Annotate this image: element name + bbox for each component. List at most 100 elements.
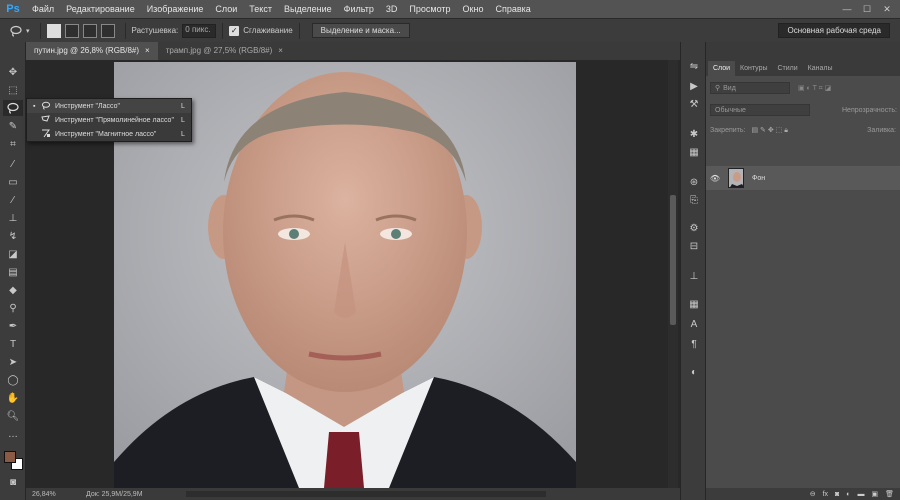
vertical-scrollbar[interactable] <box>668 60 678 488</box>
eraser-tool-icon[interactable]: ◪ <box>3 246 23 262</box>
kind-filter-select[interactable]: ⚲ Вид <box>710 82 790 94</box>
foreground-color-swatch[interactable] <box>4 451 16 463</box>
paragraph-icon[interactable]: ¶ <box>685 336 703 352</box>
menu-window[interactable]: Окно <box>457 4 490 14</box>
grid-icon[interactable]: ▦ <box>685 296 703 312</box>
actions-play-icon[interactable]: ▶ <box>685 78 703 94</box>
more-tools-icon[interactable]: … <box>3 426 23 442</box>
type-tool-icon[interactable]: T <box>3 336 23 352</box>
menu-file[interactable]: Файл <box>26 4 60 14</box>
tab-document-2[interactable]: трамп.jpg @ 27,5% (RGB/8#) × <box>158 42 291 60</box>
scrollbar-thumb[interactable] <box>670 195 676 325</box>
selected-bullet-icon: ▪ <box>33 102 36 110</box>
move-tool-icon[interactable]: ✥ <box>3 64 23 80</box>
clone-source-icon[interactable]: ⎘ <box>685 192 703 208</box>
new-selection-button[interactable] <box>46 23 61 38</box>
feather-label: Растушевка: <box>131 26 179 35</box>
tool-presets-icon[interactable]: ⚒ <box>685 96 703 112</box>
path-select-tool-icon[interactable]: ➤ <box>3 354 23 370</box>
hand-tool-icon[interactable]: ✋ <box>3 390 23 406</box>
maximize-icon[interactable]: ☐ <box>860 4 874 14</box>
window-controls: — ☐ ✕ <box>840 4 900 15</box>
quick-mask-icon[interactable]: ◙ <box>3 474 23 490</box>
character-icon[interactable]: A <box>685 316 703 332</box>
gradient-tool-icon[interactable]: ▤ <box>3 264 23 280</box>
menu-filter[interactable]: Фильтр <box>338 4 380 14</box>
menu-view[interactable]: Просмотр <box>403 4 456 14</box>
menu-layers[interactable]: Слои <box>209 4 243 14</box>
layer-name: Фон <box>752 174 766 182</box>
tab-document-1[interactable]: путин.jpg @ 26,8% (RGB/8#) × <box>26 42 158 60</box>
add-selection-button[interactable] <box>64 23 79 38</box>
trash-icon[interactable]: 🗑︎ <box>885 490 894 498</box>
adjustments-icon[interactable]: ✱ <box>685 126 703 142</box>
blend-mode-select[interactable]: Обычные <box>710 104 810 116</box>
tab-channels[interactable]: Каналы <box>803 61 838 76</box>
stamp-tool-icon[interactable]: ⊥ <box>3 210 23 226</box>
navigator-icon[interactable]: ◐ <box>685 364 703 380</box>
pen-tool-icon[interactable]: ✒ <box>3 318 23 334</box>
flyout-label: Инструмент "Прямолинейное лассо" <box>55 116 174 124</box>
dodge-tool-icon[interactable]: ⚲ <box>3 300 23 316</box>
tab-close-icon[interactable]: × <box>278 46 283 56</box>
menu-help[interactable]: Справка <box>489 4 536 14</box>
tab-layers[interactable]: Слои <box>708 61 736 76</box>
menu-bar: Ps Файл Редактирование Изображение Слои … <box>0 0 900 18</box>
tools-panel: ✥ ⬚ ✎ ⌗ ⁄ ▭ ∕ ⊥ ↯ ◪ ▤ ◆ ⚲ ✒ T ➤ ◯ ✋ 🔍︎ …… <box>0 42 26 500</box>
menu-3d[interactable]: 3D <box>380 4 404 14</box>
flyout-item-magnetic-lasso[interactable]: Инструмент "Магнитное лассо" L <box>27 127 191 141</box>
properties-icon[interactable]: ⚙ <box>685 220 703 236</box>
brush-tool-icon[interactable]: ∕ <box>3 192 23 208</box>
lasso-preset-icon[interactable] <box>8 23 24 39</box>
quick-select-tool-icon[interactable]: ✎ <box>3 118 23 134</box>
history-brush-tool-icon[interactable]: ↯ <box>3 228 23 244</box>
fill-label: Заливка: <box>867 127 896 134</box>
crop-tool-icon[interactable]: ⌗ <box>3 136 23 152</box>
fx-icon[interactable]: fx <box>823 491 828 498</box>
close-icon[interactable]: ✕ <box>880 4 894 14</box>
sliders-icon[interactable]: ⊟ <box>685 238 703 254</box>
folder-icon[interactable]: ▬ <box>857 491 864 498</box>
filter-icons[interactable]: ▣ ◐ T ⌗ ◪ <box>798 84 831 93</box>
lasso-tool-icon[interactable] <box>3 100 23 116</box>
history-icon[interactable]: ⇋ <box>685 58 703 74</box>
mask-icon[interactable]: ◙ <box>835 491 839 498</box>
intersect-selection-button[interactable] <box>100 23 115 38</box>
tab-close-icon[interactable]: × <box>145 46 150 56</box>
marquee-tool-icon[interactable]: ⬚ <box>3 82 23 98</box>
healing-tool-icon[interactable]: ▭ <box>3 174 23 190</box>
lock-icons[interactable]: ▤ ✎ ✥ ⬚ 🔒︎ <box>751 126 787 135</box>
workspace-select[interactable]: Основная рабочая среда <box>778 23 890 38</box>
horizontal-scrollbar[interactable] <box>186 491 546 497</box>
menu-edit[interactable]: Редактирование <box>60 4 141 14</box>
flyout-label: Инструмент "Магнитное лассо" <box>55 130 157 138</box>
select-and-mask-button[interactable]: Выделение и маска... <box>311 23 410 38</box>
adjustment-icon[interactable]: ◐ <box>846 491 850 498</box>
tab-paths[interactable]: Контуры <box>735 61 772 76</box>
menu-image[interactable]: Изображение <box>141 4 210 14</box>
link-icon[interactable]: ⊖ <box>810 490 816 498</box>
flyout-item-lasso[interactable]: ▪ Инструмент "Лассо" L <box>27 99 191 113</box>
minimize-icon[interactable]: — <box>840 4 854 14</box>
options-bar: ▾ Растушевка: 0 пикс. ✓ Сглаживание Выде… <box>0 18 900 42</box>
eye-icon[interactable]: 👁︎ <box>706 174 724 183</box>
menu-select[interactable]: Выделение <box>278 4 338 14</box>
new-layer-icon[interactable]: ▣ <box>871 490 878 498</box>
layer-row-background[interactable]: 👁︎ Фон <box>706 166 900 190</box>
subtract-selection-button[interactable] <box>82 23 97 38</box>
feather-input[interactable]: 0 пикс. <box>182 23 217 38</box>
blur-tool-icon[interactable]: ◆ <box>3 282 23 298</box>
eyedropper-tool-icon[interactable]: ⁄ <box>3 156 23 172</box>
chevron-down-icon[interactable]: ▾ <box>26 27 30 35</box>
brush-presets-icon[interactable]: ▦ <box>685 144 703 160</box>
antialias-checkbox[interactable]: ✓ <box>229 25 240 36</box>
shape-tool-icon[interactable]: ◯ <box>3 372 23 388</box>
tab-styles[interactable]: Стили <box>773 61 803 76</box>
stamp-icon[interactable]: ⊥ <box>685 268 703 284</box>
zoom-tool-icon[interactable]: 🔍︎ <box>3 408 23 424</box>
3d-icon[interactable]: ⊛ <box>685 174 703 190</box>
flyout-item-polygonal-lasso[interactable]: Инструмент "Прямолинейное лассо" L <box>27 113 191 127</box>
zoom-level[interactable]: 26,84% <box>26 491 76 498</box>
layer-thumbnail <box>728 168 744 188</box>
menu-type[interactable]: Текст <box>243 4 278 14</box>
